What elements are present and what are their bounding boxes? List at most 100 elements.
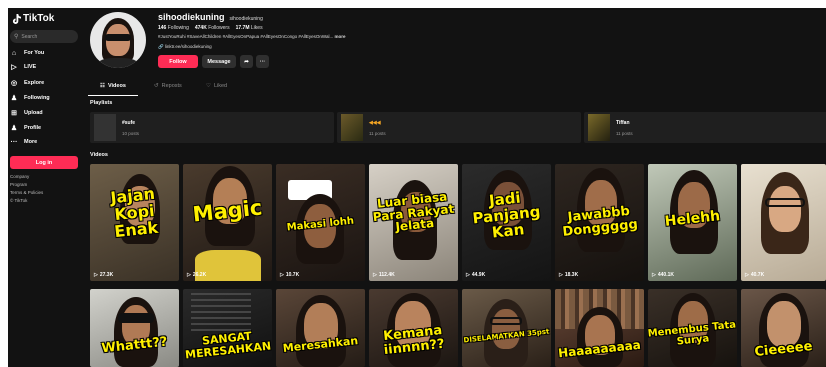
nav-explore[interactable]: ◎ Explore — [10, 79, 44, 87]
search-placeholder: Search — [21, 33, 38, 40]
video-card[interactable]: Makasi lohh ▷ 10.7K — [276, 164, 365, 281]
play-icon: ▷ — [559, 272, 563, 278]
tiktok-logo[interactable]: TikTok — [12, 13, 54, 24]
playlist-title: Tiffan — [616, 120, 630, 126]
footer-company[interactable]: Company — [10, 174, 29, 179]
playlist-count: 11 posts — [369, 131, 386, 136]
nav-more[interactable]: ··· More — [10, 138, 38, 146]
search-input[interactable]: ⚲ Search — [10, 30, 78, 43]
profile-tabs: ☷ Videos ↺ Reposts ♡ Liked — [88, 83, 288, 96]
playlist-count: 10 posts — [122, 131, 140, 136]
nav-label: Following — [24, 95, 50, 101]
footer-copyright: © TikTok — [10, 198, 28, 203]
nav-following[interactable]: ♟ Following — [10, 94, 50, 102]
play-icon: ▷ — [745, 272, 749, 278]
profile-icon: ♟ — [10, 125, 18, 132]
followers-stat[interactable]: 474K Followers — [195, 25, 230, 31]
video-card[interactable]: Helehh ▷ 440.1K — [648, 164, 737, 281]
sunglasses-icon — [105, 34, 131, 41]
link-icon: 🔗 — [158, 44, 164, 49]
following-stat[interactable]: 146 Following — [158, 25, 189, 31]
more-icon: ··· — [10, 138, 18, 146]
video-card[interactable]: ▷ 40.7K — [741, 164, 826, 281]
video-card[interactable]: Magic ▷ 26.2K — [183, 164, 272, 281]
play-icon: ▷ — [187, 272, 191, 278]
video-caption: Kemana iinnnn?? — [382, 322, 446, 358]
playlist-card[interactable]: Tiffan 11 posts — [584, 112, 826, 143]
sunglasses-icon — [118, 313, 154, 323]
avatar — [90, 12, 146, 68]
tab-liked[interactable]: ♡ Liked — [206, 83, 227, 89]
playlist-thumbnail — [588, 114, 610, 141]
active-tab-indicator — [88, 95, 138, 96]
profile-main: sihoodiekuning sihoodiekuning 146 Follow… — [84, 8, 826, 367]
video-caption: Jajan Kopi Enak — [109, 183, 159, 241]
video-card[interactable]: Jawabbb Donggggg ▷ 18.3K — [555, 164, 644, 281]
video-caption: Magic — [191, 195, 264, 227]
video-card[interactable]: Menembus Tata Surya — [648, 289, 737, 367]
tiktok-note-icon — [12, 13, 21, 24]
nav-label: Explore — [24, 80, 45, 86]
grid-icon: ☷ — [100, 83, 105, 89]
person-icon: ♟ — [10, 95, 18, 102]
view-count: ▷ 44.9K — [466, 272, 486, 278]
playlist-card[interactable]: ◀◀◀ 11 posts — [337, 112, 581, 143]
heart-icon: ♡ — [206, 83, 211, 89]
likes-stat: 17.7M Likes — [235, 25, 263, 31]
video-card[interactable]: Cieeeee — [741, 289, 826, 367]
video-caption: Jadi Panjang Kan — [471, 188, 542, 242]
video-caption: Luar biasa Para Rakyat Jelata — [372, 189, 455, 235]
nav-profile[interactable]: ♟ Profile — [10, 124, 41, 132]
repost-icon: ↺ — [154, 83, 159, 89]
view-count: ▷ 26.2K — [187, 272, 207, 278]
view-count: ▷ 27.3K — [94, 272, 114, 278]
view-count: ▷ 18.3K — [559, 272, 579, 278]
tab-reposts[interactable]: ↺ Reposts — [154, 83, 182, 89]
bio-more-link[interactable]: more — [335, 34, 346, 39]
nav-for-you[interactable]: ⌂ For You — [10, 49, 44, 57]
view-count: ▷ 40.7K — [745, 272, 765, 278]
nav-label: For You — [24, 50, 45, 56]
search-icon: ⚲ — [14, 34, 19, 40]
videos-heading: Videos — [90, 152, 108, 158]
play-icon: ▷ — [94, 272, 98, 278]
profile-link[interactable]: 🔗 linktr.ee/sihoodiekuning — [158, 44, 212, 50]
nav-upload[interactable]: ⊞ Upload — [10, 109, 43, 117]
chat-text-block — [191, 293, 251, 333]
footer-program[interactable]: Program — [10, 182, 27, 187]
follow-button[interactable]: Follow — [158, 55, 198, 68]
footer-terms[interactable]: Terms & Policies — [10, 190, 43, 195]
playlist-card[interactable]: #sufe 10 posts — [90, 112, 334, 143]
video-caption: SANGAT MERESAHKAN — [184, 329, 272, 361]
playlist-count: 11 posts — [616, 131, 633, 136]
playlist-arrows: ◀◀◀ — [369, 120, 381, 126]
video-card[interactable]: Jadi Panjang Kan ▷ 44.9K — [462, 164, 551, 281]
play-icon: ▷ — [466, 272, 470, 278]
nav-label: Upload — [24, 110, 43, 116]
glasses-icon — [490, 317, 522, 325]
play-icon: ▷ — [280, 272, 284, 278]
video-card[interactable]: SANGAT MERESAHKAN — [183, 289, 272, 367]
video-card[interactable]: Luar biasa Para Rakyat Jelata ▷ 112.4K — [369, 164, 458, 281]
video-card[interactable]: Meresahkan — [276, 289, 365, 367]
profile-stats: 146 Following 474K Followers 17.7M Likes — [158, 25, 263, 31]
playlists-heading: Playlists — [90, 100, 113, 106]
message-button[interactable]: Message — [202, 55, 236, 68]
play-icon: ▷ — [652, 272, 656, 278]
video-card[interactable]: Haaaaaaaaa — [555, 289, 644, 367]
home-icon: ⌂ — [11, 49, 17, 57]
video-card[interactable]: DISELAMATKAN 35pst — [462, 289, 551, 367]
video-caption: Jawabbb Donggggg — [561, 203, 639, 240]
video-card[interactable]: Whattt?? — [90, 289, 179, 367]
upload-icon: ⊞ — [11, 110, 17, 117]
login-button[interactable]: Log in — [10, 156, 78, 169]
video-card[interactable]: Kemana iinnnn?? — [369, 289, 458, 367]
compass-icon: ◎ — [10, 80, 18, 87]
more-options-icon[interactable]: ··· — [256, 55, 269, 68]
share-icon[interactable]: ➦ — [240, 55, 253, 68]
playlist-thumbnail — [94, 114, 116, 141]
nav-live[interactable]: ▷ LIVE — [10, 63, 36, 71]
tab-videos[interactable]: ☷ Videos — [100, 83, 126, 89]
live-icon: ▷ — [11, 64, 17, 71]
video-card[interactable]: Jajan Kopi Enak ▷ 27.3K — [90, 164, 179, 281]
